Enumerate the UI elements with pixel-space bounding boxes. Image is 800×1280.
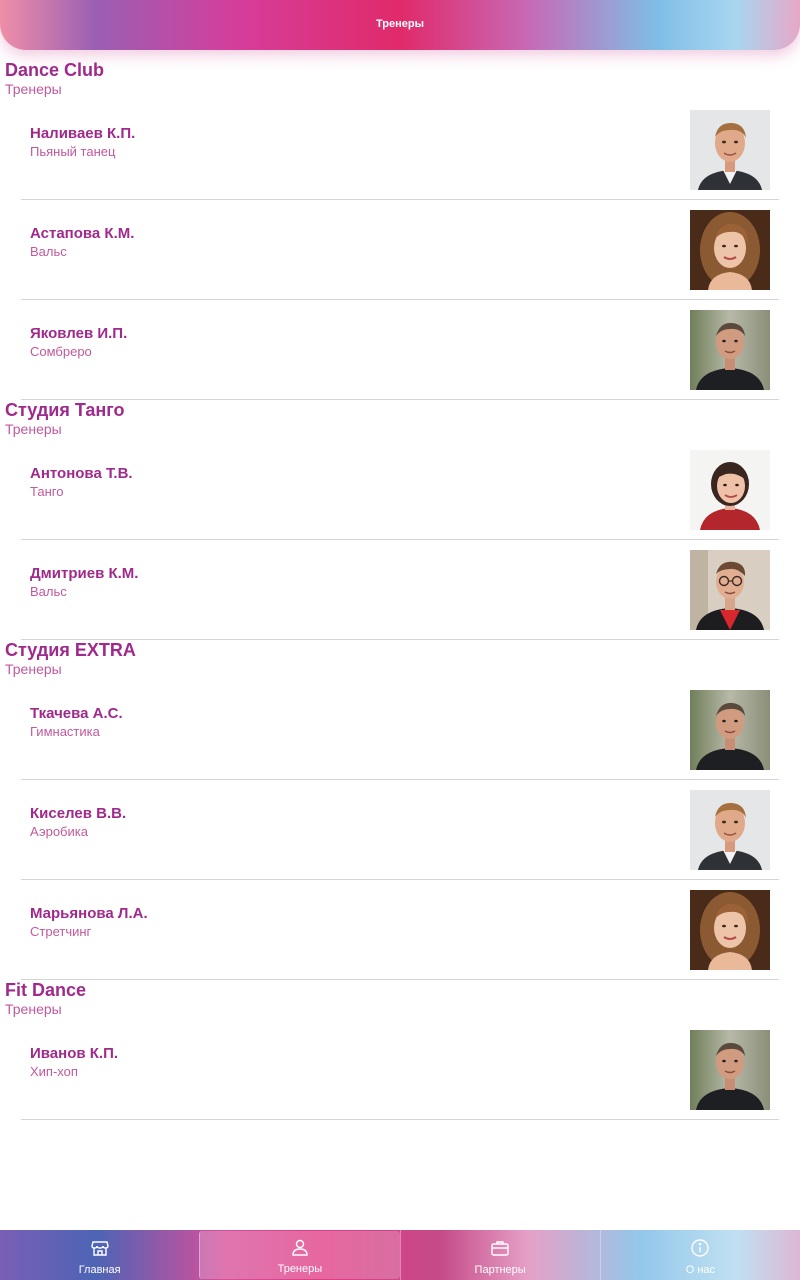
trainer-row[interactable]: Иванов К.П. Хип-хоп [21,1020,779,1120]
studio-section: Студия EXTRA Тренеры Ткачева А.С. Гимнастик… [0,640,800,980]
trainer-name: Яковлев И.П. [30,325,128,342]
trainer-photo [690,210,770,290]
store-icon [90,1238,110,1264]
trainer-specialty: Стретчинг [30,924,92,939]
trainer-row[interactable]: Ткачева А.С. Гимнастика [21,680,779,780]
trainer-name: Иванов К.П. [30,1045,119,1062]
tab-person[interactable]: Тренеры [199,1231,400,1279]
studio-subtitle: Тренеры [5,661,62,677]
trainer-specialty: Гимнастика [30,724,100,739]
tab-store[interactable]: Главная [0,1230,199,1280]
trainer-name: Киселев В.В. [30,805,127,822]
trainer-photo [690,450,770,530]
trainer-specialty: Аэробика [30,824,88,839]
trainer-row[interactable]: Киселев В.В. Аэробика [21,780,779,880]
trainer-row[interactable]: Антонова Т.В. Танго [21,440,779,540]
trainer-name: Астапова К.М. [30,225,135,242]
tab-label: О нас [685,1264,716,1276]
trainer-specialty: Вальс [30,244,67,259]
trainer-row[interactable]: Наливаев К.П. Пьяный танец [21,100,779,200]
tab-label: Партнеры [474,1264,526,1276]
trainer-row[interactable]: Астапова К.М. Вальс [21,200,779,300]
trainer-photo [690,890,770,970]
trainer-photo [690,310,770,390]
trainer-specialty: Танго [30,484,64,499]
trainer-row[interactable]: Дмитриев К.М. Вальс [21,540,779,640]
trainer-name: Марьянова Л.А. [30,905,148,922]
info-icon [690,1238,710,1264]
tab-label: Главная [78,1264,121,1276]
studio-subtitle: Тренеры [5,81,62,97]
studio-title: Fit Dance [5,980,87,1000]
top-header: Тренеры [0,0,800,50]
studio-section: Студия Танго Тренеры Антонова Т.В. Танго Дми… [0,400,800,640]
studio-subtitle: Тренеры [5,1001,62,1017]
trainer-photo [690,690,770,770]
studio-title: Студия EXTRA [5,640,136,660]
studio-title: Dance Club [5,60,105,80]
trainer-specialty: Пьяный танец [30,144,116,159]
tab-info[interactable]: О нас [599,1230,800,1280]
trainer-row[interactable]: Яковлев И.П. Сомбреро [21,300,779,400]
trainer-name: Антонова Т.В. [30,465,133,482]
trainer-photo [690,790,770,870]
studio-subtitle: Тренеры [5,421,62,437]
studio-section: Fit Dance Тренеры Иванов К.П. Хип-хоп [0,980,800,1120]
trainer-specialty: Хип-хоп [30,1064,78,1079]
studio-title: Студия Танго [5,400,125,420]
trainer-name: Ткачева А.С. [30,705,123,722]
trainer-photo [690,550,770,630]
briefcase-icon [490,1238,510,1264]
tab-briefcase[interactable]: Партнеры [399,1230,600,1280]
trainer-name: Дмитриев К.М. [30,565,139,582]
person-icon [290,1237,310,1263]
trainer-specialty: Вальс [30,584,67,599]
trainer-name: Наливаев К.П. [30,125,136,142]
trainer-row[interactable]: Марьянова Л.А. Стретчинг [21,880,779,980]
trainer-photo [690,1030,770,1110]
trainer-photo [690,110,770,190]
tab-label: Тренеры [277,1263,323,1275]
trainer-list[interactable]: Dance Club Тренеры Наливаев К.П. Пьяный тан… [0,60,800,1120]
trainer-specialty: Сомбреро [30,344,92,359]
bottom-tab-bar: Главная Тренеры Партнеры О нас [0,1230,800,1280]
studio-section: Dance Club Тренеры Наливаев К.П. Пьяный тан… [0,60,800,400]
page-title: Тренеры [375,17,424,30]
